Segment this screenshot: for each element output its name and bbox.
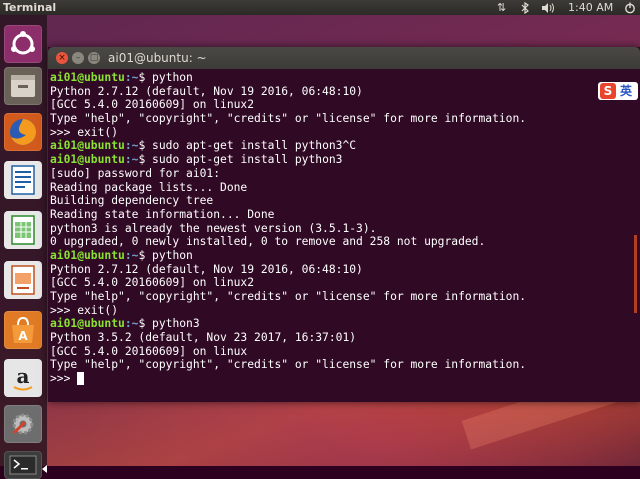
prompt-command: $ python3 bbox=[138, 317, 200, 331]
prompt-command: $ sudo apt-get install python3 bbox=[138, 153, 343, 167]
top-panel: Terminal ⇅ 1:40 AM bbox=[0, 0, 640, 15]
output-text: 0 upgraded, 0 newly installed, 0 to remo… bbox=[50, 235, 486, 249]
firefox-icon[interactable] bbox=[4, 113, 42, 151]
terminal-line: Type "help", "copyright", "credits" or "… bbox=[50, 112, 638, 126]
prompt-user-host: ai01@ubuntu bbox=[50, 153, 125, 167]
output-text: Python 2.7.12 (default, Nov 19 2016, 06:… bbox=[50, 84, 363, 98]
prompt-user-host: ai01@ubuntu bbox=[50, 139, 125, 153]
terminal-window[interactable]: × – □ ai01@ubuntu: ~ ai01@ubuntu:~$ pyth… bbox=[48, 47, 640, 402]
terminal-line: [GCC 5.4.0 20160609] on linux bbox=[50, 345, 638, 359]
sogou-logo-icon: S bbox=[600, 83, 616, 99]
ime-language-label: 英 bbox=[620, 84, 633, 98]
terminal-line: ai01@ubuntu:~$ python bbox=[50, 71, 638, 85]
active-app-title: Terminal bbox=[3, 1, 57, 14]
close-button[interactable]: × bbox=[56, 52, 68, 64]
terminal-line: [GCC 5.4.0 20160609] on linux2 bbox=[50, 276, 638, 290]
terminal-line: Type "help", "copyright", "credits" or "… bbox=[50, 358, 638, 372]
terminal-line: python3 is already the newest version (3… bbox=[50, 222, 638, 236]
terminal-line: Python 2.7.12 (default, Nov 19 2016, 06:… bbox=[50, 263, 638, 277]
prompt-user-host: ai01@ubuntu bbox=[50, 71, 125, 84]
active-indicator-arrow bbox=[42, 465, 47, 473]
ubuntu-dash-icon[interactable] bbox=[4, 25, 42, 63]
terminal-line: ai01@ubuntu:~$ python bbox=[50, 249, 638, 263]
terminal-line: >>> bbox=[50, 372, 638, 386]
prompt-path: :~ bbox=[124, 153, 139, 167]
output-text: python3 is already the newest version (3… bbox=[50, 221, 377, 235]
terminal-line: Python 3.5.2 (default, Nov 23 2017, 16:3… bbox=[50, 331, 638, 345]
terminal-line: ai01@ubuntu:~$ python3 bbox=[50, 317, 638, 331]
text-cursor bbox=[77, 372, 85, 386]
output-text: Building dependency tree bbox=[50, 194, 214, 208]
terminal-icon[interactable] bbox=[4, 451, 42, 479]
output-text: [GCC 5.4.0 20160609] on linux2 bbox=[50, 98, 255, 112]
bluetooth-icon[interactable] bbox=[521, 0, 529, 15]
svg-text:a: a bbox=[17, 364, 30, 388]
window-title: ai01@ubuntu: ~ bbox=[108, 51, 207, 65]
launcher: A a bbox=[0, 15, 47, 479]
terminal-line: >>> exit() bbox=[50, 304, 638, 318]
output-text: Python 2.7.12 (default, Nov 19 2016, 06:… bbox=[50, 262, 363, 276]
output-text: >>> exit() bbox=[50, 303, 119, 317]
terminal-line: 0 upgraded, 0 newly installed, 0 to remo… bbox=[50, 235, 638, 249]
svg-text:A: A bbox=[18, 329, 28, 343]
network-icon[interactable]: ⇅ bbox=[497, 0, 506, 15]
prompt-user-host: ai01@ubuntu bbox=[50, 248, 125, 262]
prompt-path: :~ bbox=[124, 139, 139, 153]
terminal-line: >>> exit() bbox=[50, 126, 638, 140]
amazon-icon[interactable]: a bbox=[4, 359, 42, 397]
output-text: Type "help", "copyright", "credits" or "… bbox=[50, 290, 527, 303]
terminal-line: [sudo] password for ai01: bbox=[50, 167, 638, 181]
terminal-line: ai01@ubuntu:~$ sudo apt-get install pyth… bbox=[50, 153, 638, 167]
terminal-line: Type "help", "copyright", "credits" or "… bbox=[50, 290, 638, 304]
system-menu-icon[interactable] bbox=[624, 0, 636, 15]
calc-icon[interactable] bbox=[4, 211, 42, 249]
output-text: [GCC 5.4.0 20160609] on linux2 bbox=[50, 276, 255, 290]
terminal-line: Python 2.7.12 (default, Nov 19 2016, 06:… bbox=[50, 85, 638, 99]
software-center-icon[interactable]: A bbox=[4, 311, 42, 349]
terminal-line: [GCC 5.4.0 20160609] on linux2 bbox=[50, 98, 638, 112]
output-text: [GCC 5.4.0 20160609] on linux bbox=[50, 344, 248, 358]
terminal-line: Building dependency tree bbox=[50, 194, 638, 208]
prompt-command: $ python bbox=[138, 71, 193, 84]
files-icon[interactable] bbox=[4, 67, 42, 105]
maximize-button[interactable]: □ bbox=[88, 52, 100, 64]
system-settings-icon[interactable] bbox=[4, 405, 42, 443]
output-text: [sudo] password for ai01: bbox=[50, 166, 221, 180]
volume-icon[interactable] bbox=[541, 0, 555, 15]
scrollbar-indicator[interactable] bbox=[634, 235, 637, 313]
prompt-path: :~ bbox=[124, 317, 139, 331]
current-input-line: >>> bbox=[50, 372, 78, 386]
output-text: Reading state information... Done bbox=[50, 207, 275, 221]
window-titlebar[interactable]: × – □ ai01@ubuntu: ~ bbox=[48, 47, 640, 69]
terminal-output[interactable]: ai01@ubuntu:~$ python Python 2.7.12 (defa… bbox=[50, 71, 638, 402]
terminal-line: Reading state information... Done bbox=[50, 208, 638, 222]
writer-icon[interactable] bbox=[4, 161, 42, 199]
prompt-command: $ python bbox=[138, 248, 193, 262]
clock[interactable]: 1:40 AM bbox=[568, 0, 613, 15]
impress-icon[interactable] bbox=[4, 261, 42, 299]
output-text: >>> exit() bbox=[50, 125, 119, 139]
prompt-path: :~ bbox=[124, 71, 139, 84]
prompt-path: :~ bbox=[124, 248, 139, 262]
output-text: Python 3.5.2 (default, Nov 23 2017, 16:3… bbox=[50, 331, 357, 345]
terminal-line: Reading package lists... Done bbox=[50, 181, 638, 195]
input-method-indicator[interactable]: S 英 bbox=[598, 82, 638, 100]
terminal-line: ai01@ubuntu:~$ sudo apt-get install pyth… bbox=[50, 139, 638, 153]
prompt-command: $ sudo apt-get install python3^C bbox=[138, 139, 357, 153]
output-text: Reading package lists... Done bbox=[50, 180, 248, 194]
prompt-user-host: ai01@ubuntu bbox=[50, 317, 125, 331]
output-text: Type "help", "copyright", "credits" or "… bbox=[50, 112, 527, 126]
minimize-button[interactable]: – bbox=[72, 52, 84, 64]
output-text: Type "help", "copyright", "credits" or "… bbox=[50, 358, 527, 372]
